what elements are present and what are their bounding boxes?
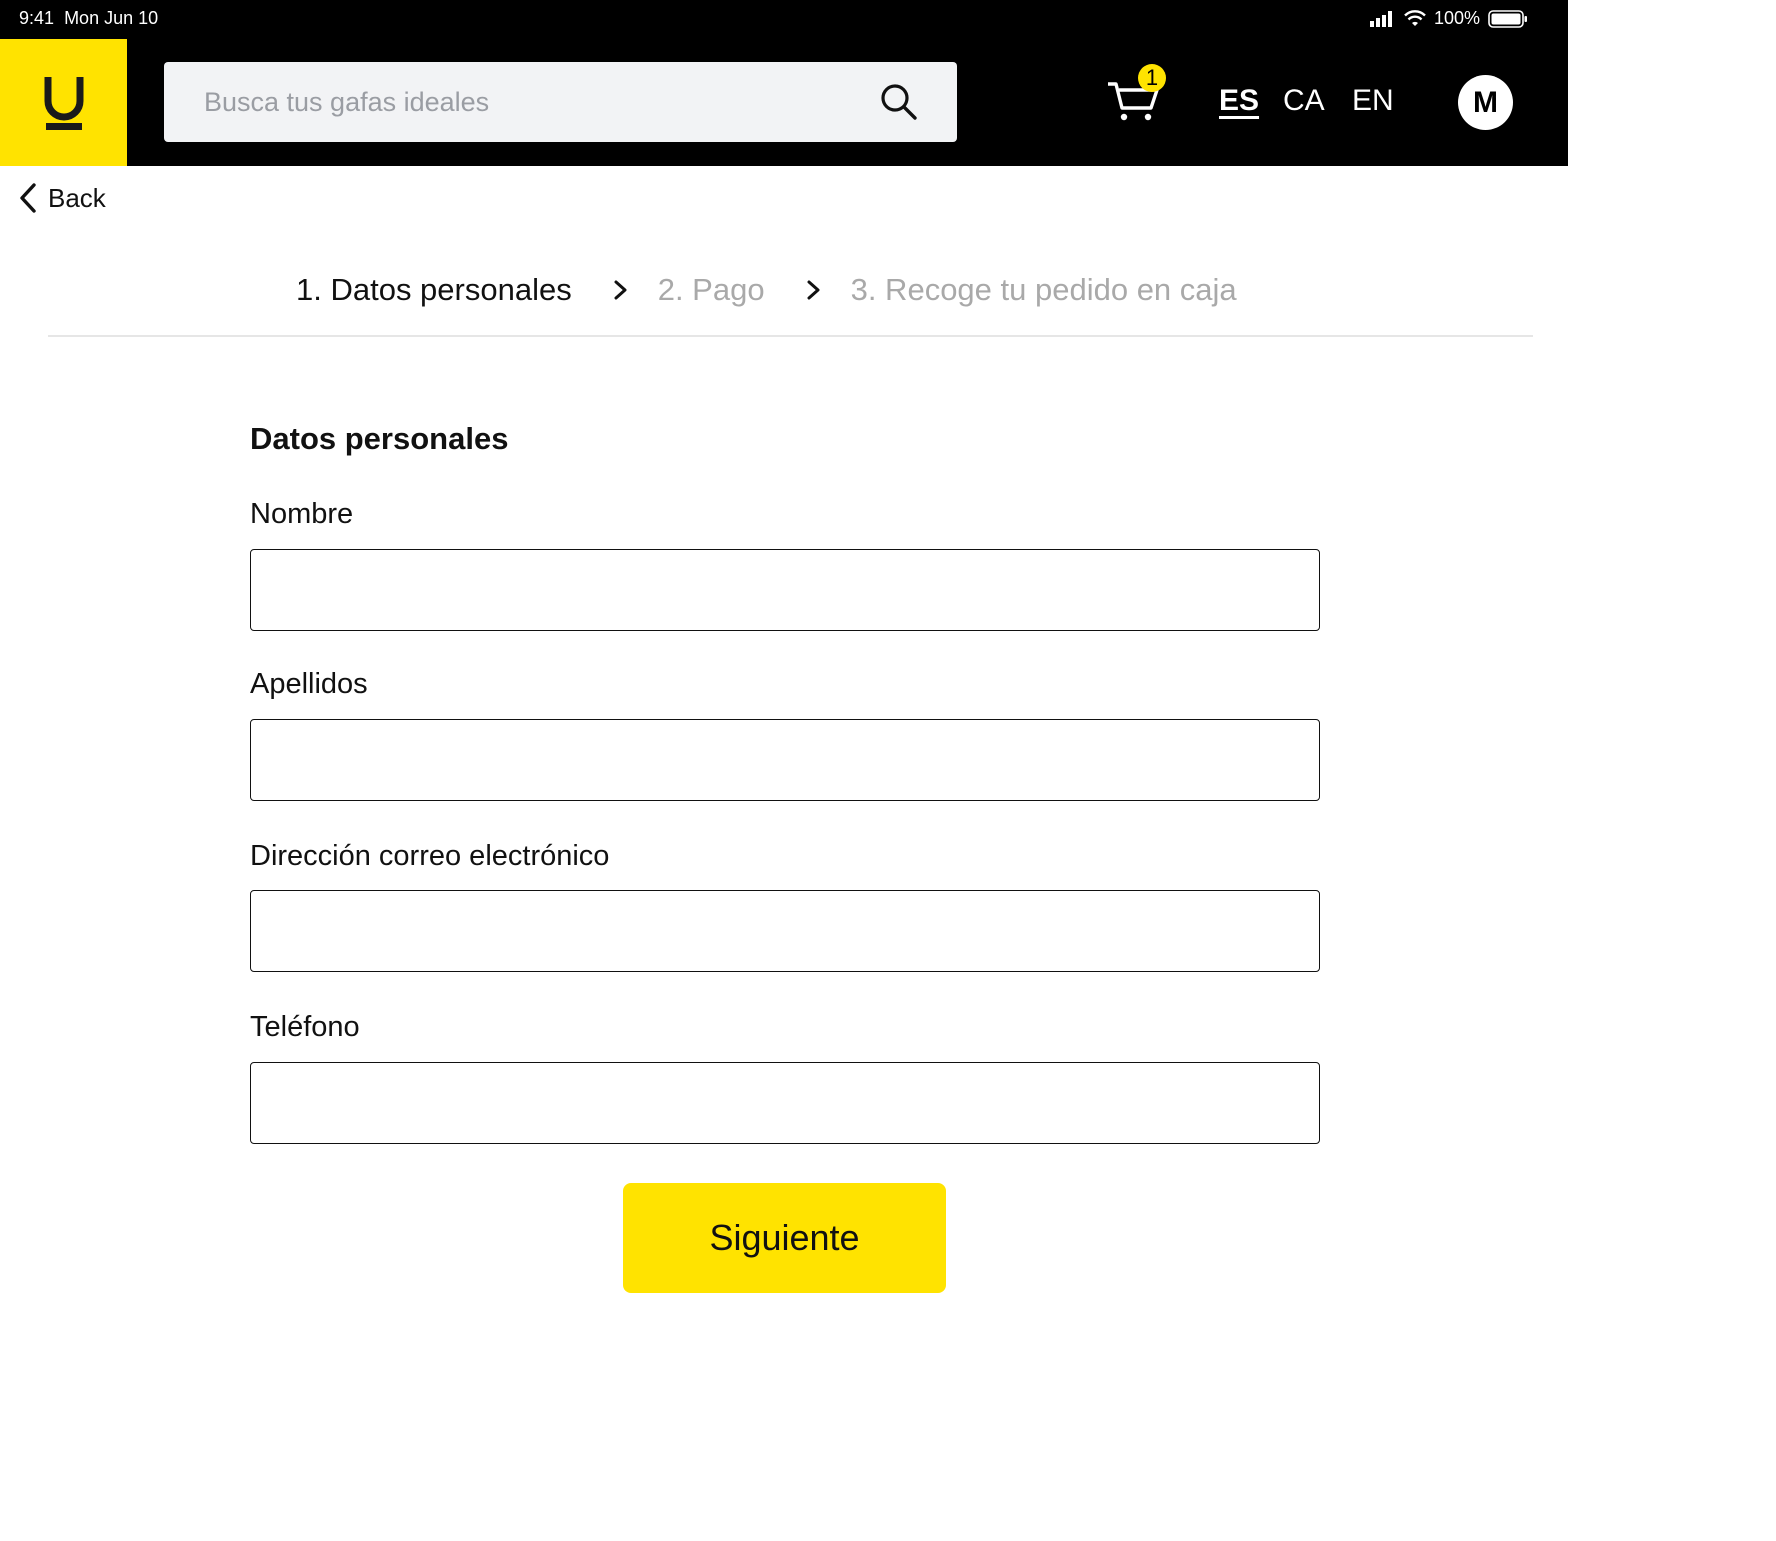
- step-payment: 2. Pago: [657, 272, 765, 307]
- cart-button[interactable]: 1: [1105, 64, 1169, 128]
- form-title: Datos personales: [250, 421, 509, 456]
- email-label: Dirección correo electrónico: [250, 840, 610, 872]
- chevron-right-icon: [614, 280, 627, 300]
- phone-label: Teléfono: [250, 1011, 360, 1043]
- status-bar-indicators: 100%: [1369, 8, 1528, 29]
- search-icon[interactable]: [879, 82, 919, 122]
- status-bar-time: 9:41 Mon Jun 10: [19, 8, 158, 29]
- search-input[interactable]: [202, 85, 867, 119]
- chevron-left-icon: [20, 183, 36, 213]
- language-ca[interactable]: CA: [1283, 84, 1325, 118]
- search-bar: [164, 62, 957, 142]
- back-button[interactable]: Back: [18, 182, 106, 214]
- battery-percentage: 100%: [1433, 8, 1480, 28]
- back-label: Back: [48, 182, 106, 213]
- wifi-icon: [1404, 9, 1426, 26]
- email-input[interactable]: [250, 890, 1320, 972]
- steps-divider: [48, 335, 1533, 337]
- brand-logo-mark: [44, 76, 83, 130]
- cart-count-badge: 1: [1138, 64, 1166, 92]
- language-es[interactable]: ES: [1219, 84, 1259, 118]
- status-date-value: Mon Jun 10: [64, 8, 159, 28]
- top-header: 9:41 Mon Jun 10 100% Busca tus gafas ide…: [0, 0, 1568, 166]
- user-avatar[interactable]: M: [1458, 75, 1513, 130]
- chevron-right-icon: [807, 280, 820, 300]
- last-name-label: Apellidos: [250, 668, 368, 700]
- first-name-label: Nombre: [250, 498, 354, 530]
- brand-logo[interactable]: [0, 39, 127, 166]
- next-button[interactable]: Siguiente: [623, 1183, 946, 1293]
- phone-input[interactable]: [250, 1062, 1320, 1144]
- battery-icon: [1488, 9, 1527, 28]
- first-name-input[interactable]: [250, 549, 1320, 631]
- step-pickup: 3. Recoge tu pedido en caja: [850, 272, 1237, 307]
- language-en[interactable]: EN: [1352, 84, 1394, 118]
- cellular-signal-icon: [1369, 10, 1392, 27]
- checkout-steps: 1. Datos personales 2. Pago 3. Recoge tu…: [296, 272, 1237, 308]
- last-name-input[interactable]: [250, 719, 1320, 801]
- status-time-value: 9:41: [19, 8, 55, 28]
- step-personal-data: 1. Datos personales: [296, 272, 572, 307]
